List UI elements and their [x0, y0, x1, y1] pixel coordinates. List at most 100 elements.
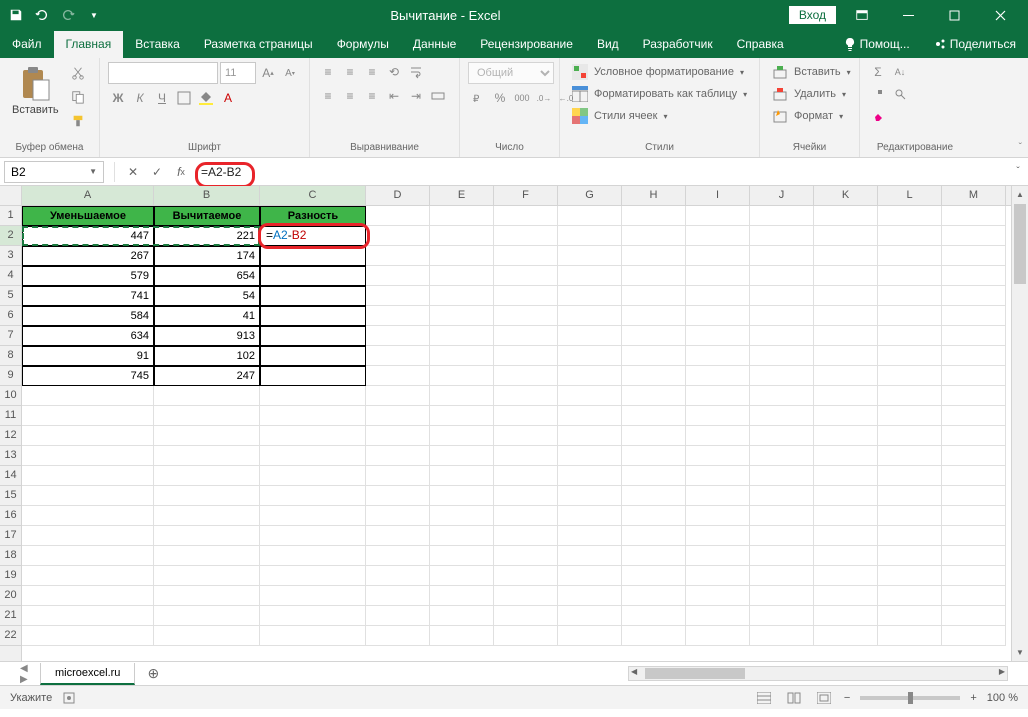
- cell[interactable]: [686, 266, 750, 286]
- cell[interactable]: [750, 386, 814, 406]
- cell[interactable]: [686, 626, 750, 646]
- cell[interactable]: [814, 506, 878, 526]
- border-button[interactable]: [174, 88, 194, 108]
- cell[interactable]: [494, 206, 558, 226]
- cell[interactable]: [154, 426, 260, 446]
- cell[interactable]: 584: [22, 306, 154, 326]
- cell[interactable]: [154, 626, 260, 646]
- cell[interactable]: [260, 486, 366, 506]
- column-header[interactable]: B: [154, 186, 260, 205]
- cell[interactable]: [750, 446, 814, 466]
- cell[interactable]: [430, 426, 494, 446]
- cell[interactable]: [260, 526, 366, 546]
- cell[interactable]: [366, 526, 430, 546]
- cell[interactable]: 91: [22, 346, 154, 366]
- cell[interactable]: [558, 526, 622, 546]
- row-header[interactable]: 13: [0, 446, 21, 466]
- cell[interactable]: [366, 466, 430, 486]
- cell[interactable]: [942, 226, 1006, 246]
- cell[interactable]: [814, 566, 878, 586]
- cell[interactable]: 579: [22, 266, 154, 286]
- cell[interactable]: [878, 626, 942, 646]
- cell[interactable]: [558, 506, 622, 526]
- orientation-button[interactable]: ⟲: [384, 62, 404, 82]
- cell[interactable]: [366, 486, 430, 506]
- row-header[interactable]: 2: [0, 226, 21, 246]
- cell[interactable]: [622, 526, 686, 546]
- cell[interactable]: [622, 506, 686, 526]
- cell[interactable]: [430, 446, 494, 466]
- page-break-view-button[interactable]: [814, 690, 834, 706]
- cell[interactable]: [878, 406, 942, 426]
- cell[interactable]: [366, 346, 430, 366]
- increase-indent-button[interactable]: ⇥: [406, 86, 426, 106]
- cell[interactable]: [430, 586, 494, 606]
- cell[interactable]: [260, 546, 366, 566]
- cell[interactable]: [686, 506, 750, 526]
- cell[interactable]: [430, 406, 494, 426]
- cell[interactable]: [366, 566, 430, 586]
- cell[interactable]: [878, 306, 942, 326]
- cell[interactable]: 174: [154, 246, 260, 266]
- font-name-select[interactable]: [108, 62, 218, 84]
- align-top-button[interactable]: ≡: [318, 62, 338, 82]
- cell[interactable]: [814, 326, 878, 346]
- cell[interactable]: [814, 406, 878, 426]
- cell[interactable]: [558, 286, 622, 306]
- cell[interactable]: 102: [154, 346, 260, 366]
- cell[interactable]: [494, 626, 558, 646]
- row-header[interactable]: 11: [0, 406, 21, 426]
- cell[interactable]: [942, 206, 1006, 226]
- tab-review[interactable]: Рецензирование: [468, 31, 585, 58]
- cell[interactable]: [622, 306, 686, 326]
- cell[interactable]: [686, 366, 750, 386]
- column-header[interactable]: M: [942, 186, 1006, 205]
- format-cells-button[interactable]: Формат▾: [768, 106, 847, 126]
- row-header[interactable]: 12: [0, 426, 21, 446]
- cell[interactable]: [878, 206, 942, 226]
- cell[interactable]: [686, 346, 750, 366]
- row-header[interactable]: 21: [0, 606, 21, 626]
- cell[interactable]: [260, 566, 366, 586]
- cell[interactable]: [558, 546, 622, 566]
- cell[interactable]: [686, 606, 750, 626]
- cell[interactable]: [558, 466, 622, 486]
- cell[interactable]: [750, 466, 814, 486]
- cell[interactable]: [814, 526, 878, 546]
- cell[interactable]: [22, 566, 154, 586]
- cell[interactable]: [814, 226, 878, 246]
- cell[interactable]: [814, 446, 878, 466]
- cell[interactable]: [942, 486, 1006, 506]
- cell[interactable]: [622, 326, 686, 346]
- wrap-text-button[interactable]: [406, 62, 426, 82]
- cell[interactable]: [260, 306, 366, 326]
- cell[interactable]: [494, 486, 558, 506]
- cell[interactable]: [154, 586, 260, 606]
- cell[interactable]: [878, 366, 942, 386]
- cell[interactable]: [430, 526, 494, 546]
- column-header[interactable]: C: [260, 186, 366, 205]
- cell[interactable]: [366, 446, 430, 466]
- cell[interactable]: [942, 346, 1006, 366]
- cell[interactable]: [430, 346, 494, 366]
- cell[interactable]: [558, 386, 622, 406]
- cell[interactable]: 221: [154, 226, 260, 246]
- cell[interactable]: [814, 626, 878, 646]
- row-header[interactable]: 20: [0, 586, 21, 606]
- expand-formula-bar-icon[interactable]: ˇ: [1008, 166, 1028, 177]
- cell[interactable]: [494, 426, 558, 446]
- cell[interactable]: [22, 406, 154, 426]
- cell[interactable]: [494, 226, 558, 246]
- cell[interactable]: [22, 486, 154, 506]
- cell[interactable]: Разность: [260, 206, 366, 226]
- cell[interactable]: [750, 246, 814, 266]
- tab-file[interactable]: Файл: [0, 31, 54, 58]
- cell[interactable]: [154, 506, 260, 526]
- merge-button[interactable]: [428, 86, 448, 106]
- cell[interactable]: [430, 226, 494, 246]
- cell[interactable]: [430, 466, 494, 486]
- cell[interactable]: [878, 586, 942, 606]
- cell[interactable]: [430, 506, 494, 526]
- cell[interactable]: [366, 506, 430, 526]
- cell[interactable]: [622, 386, 686, 406]
